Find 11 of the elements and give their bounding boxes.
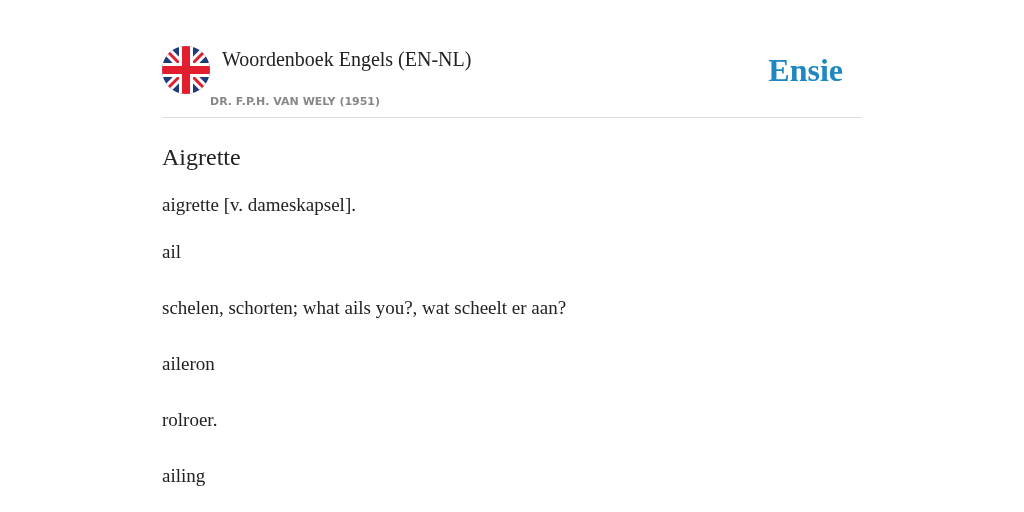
brand-logo[interactable]: Ensie	[768, 48, 843, 92]
entry-text: aigrette [v. dameskapsel].	[162, 193, 357, 216]
entry-text: ailing	[162, 464, 207, 487]
entry-text: aileron	[162, 352, 216, 375]
entry-text: rolroer.	[162, 408, 219, 431]
entry-text: schelen, schorten; what ails you?, wat scheelt er aan?	[162, 296, 568, 319]
entry-heading: Aigrette	[162, 142, 242, 172]
author-subtitle: DR. F.P.H. VAN WELY (1951)	[210, 94, 382, 110]
dictionary-title: Woordenboek Engels (EN-NL)	[222, 47, 473, 71]
entry-text: ail	[162, 240, 182, 263]
flag-icon	[162, 46, 210, 94]
